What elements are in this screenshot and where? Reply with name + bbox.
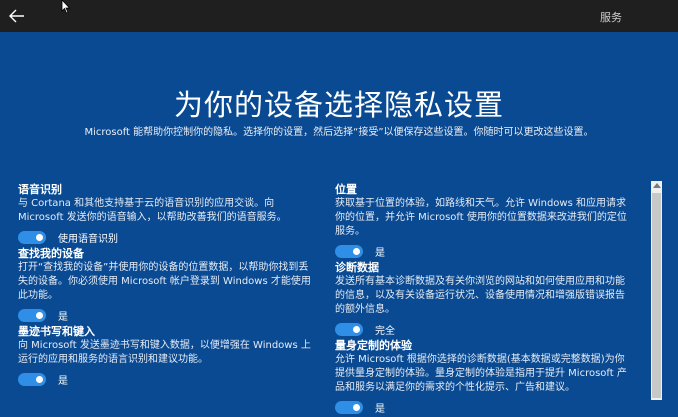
toggle-row: 是 xyxy=(18,369,314,389)
toggle-label: 是 xyxy=(375,403,385,415)
setting-name: 位置 xyxy=(335,183,357,196)
setting-description: 打开“查找我的设备”并使用你的设备的位置数据，以帮助你找到丢失的设备。你必须使用… xyxy=(18,262,311,301)
toggle-label: 是 xyxy=(375,247,385,259)
setting-location: 位置 获取基于位置的体验，如路线和天气。允许 Windows 和应用请求你的位置… xyxy=(335,183,631,261)
setting-description: 获取基于位置的体验，如路线和天气。允许 Windows 和应用请求你的位置，并允… xyxy=(335,198,627,237)
toggle-row: 完全 xyxy=(335,319,631,339)
inking-typing-toggle[interactable] xyxy=(18,372,46,386)
setting-inking-typing: 墨迹书写和键入 向 Microsoft 发送墨迹书写和键入数据，以便增强在 Wi… xyxy=(18,325,314,389)
setting-description: 允许 Microsoft 根据你选择的诊断数据(基本数据或完整数据)为你提供量身… xyxy=(335,354,627,393)
page-title: 为你的设备选择隐私设置 xyxy=(173,88,504,122)
title-bar: 服务 xyxy=(0,0,678,32)
setting-description: 向 Microsoft 发送墨迹书写和键入数据，以便增强在 Windows 上运… xyxy=(18,340,311,365)
toggle-label: 完全 xyxy=(375,325,395,337)
toggle-row: 是 xyxy=(18,305,314,325)
service-label: 服务 xyxy=(600,11,622,24)
toggle-row: 是 xyxy=(335,397,631,417)
diagnostics-toggle[interactable] xyxy=(335,322,363,336)
back-arrow-icon[interactable] xyxy=(6,5,28,27)
page-subtitle: Microsoft 能帮助你控制你的隐私。选择你的设置，然后选择“接受”以便保存… xyxy=(84,127,594,138)
setting-name: 诊断数据 xyxy=(335,261,379,274)
setting-speech-recognition: 语音识别 与 Cortana 和其他支持基于云的语音识别的应用交谈。向 Micr… xyxy=(18,183,314,247)
setting-name: 查找我的设备 xyxy=(18,247,84,260)
toggle-label: 使用语音识别 xyxy=(58,233,118,245)
scroll-up-arrow-icon[interactable] xyxy=(653,183,661,188)
tailored-experiences-toggle[interactable] xyxy=(335,400,363,414)
location-toggle[interactable] xyxy=(335,244,363,258)
setting-name: 量身定制的体验 xyxy=(335,339,412,352)
speech-recognition-toggle[interactable] xyxy=(18,230,46,244)
setting-find-my-device: 查找我的设备 打开“查找我的设备”并使用你的设备的位置数据，以帮助你找到丢失的设… xyxy=(18,247,314,325)
toggle-row: 使用语音识别 xyxy=(18,227,314,247)
toggle-label: 是 xyxy=(58,311,68,323)
mouse-pointer-icon xyxy=(61,0,71,14)
vertical-scrollbar[interactable] xyxy=(651,181,662,400)
setting-tailored-experiences: 量身定制的体验 允许 Microsoft 根据你选择的诊断数据(基本数据或完整数… xyxy=(335,339,631,417)
setting-description: 发送所有基本诊断数据及有关你浏览的网站和如何使用应用和功能的信息，以及有关设备运… xyxy=(335,276,625,315)
toggle-row: 是 xyxy=(335,241,631,261)
settings-column-right: 位置 获取基于位置的体验，如路线和天气。允许 Windows 和应用请求你的位置… xyxy=(335,183,631,417)
toggle-label: 是 xyxy=(58,375,68,387)
setting-diagnostics: 诊断数据 发送所有基本诊断数据及有关你浏览的网站和如何使用应用和功能的信息，以及… xyxy=(335,261,631,339)
setting-name: 墨迹书写和键入 xyxy=(18,325,95,338)
setting-name: 语音识别 xyxy=(18,183,62,196)
scrollbar-thumb[interactable] xyxy=(652,193,661,398)
setting-description: 与 Cortana 和其他支持基于云的语音识别的应用交谈。向 Microsoft… xyxy=(18,198,287,223)
settings-column-left: 语音识别 与 Cortana 和其他支持基于云的语音识别的应用交谈。向 Micr… xyxy=(18,183,314,389)
find-my-device-toggle[interactable] xyxy=(18,308,46,322)
